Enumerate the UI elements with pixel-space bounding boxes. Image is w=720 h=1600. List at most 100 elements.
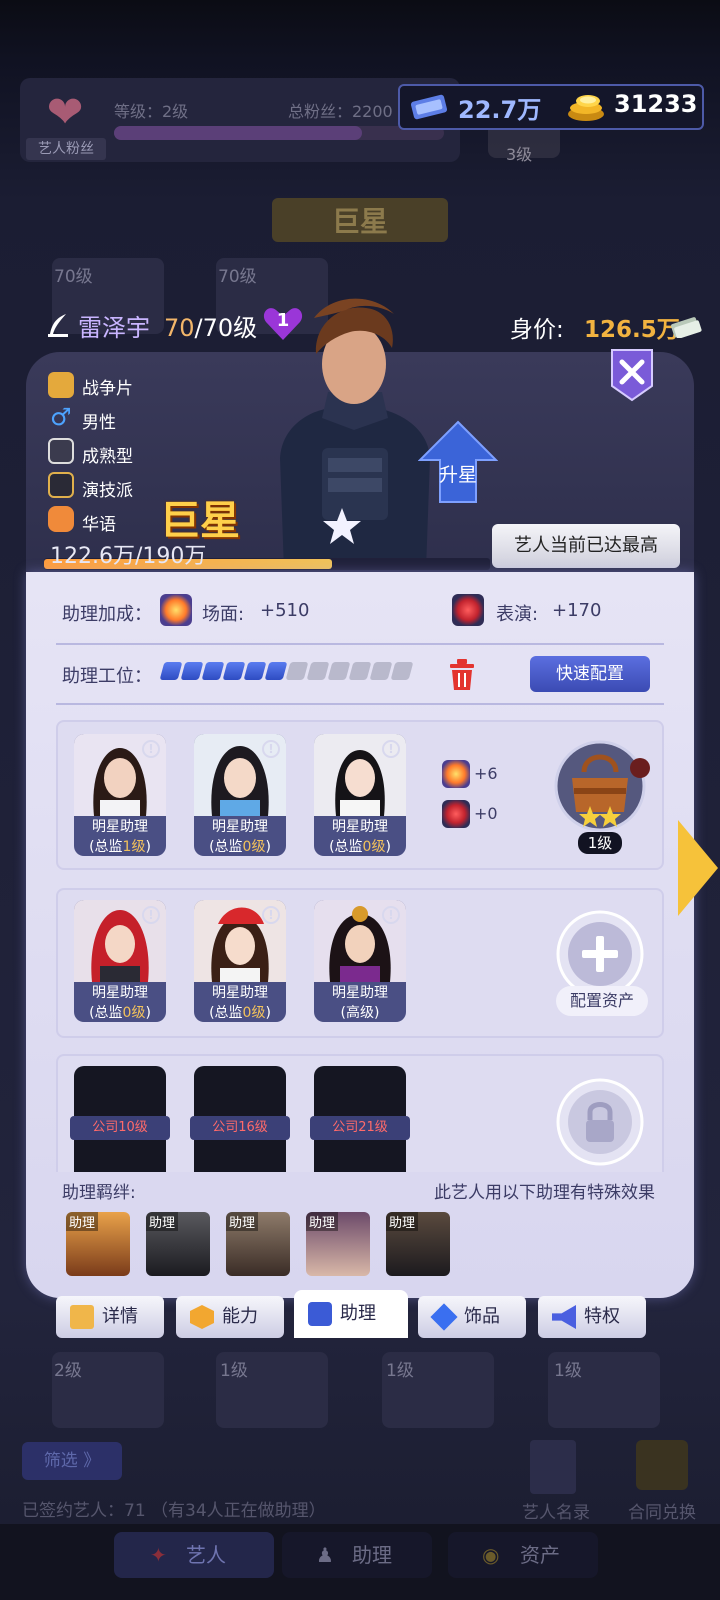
scene-icon [442,760,470,788]
attribute-type: 成熟型 [82,447,133,467]
hexagon-icon [190,1305,214,1329]
assistant-name: 明星助理 [332,819,388,835]
feather-icon [48,314,68,337]
info-icon[interactable]: ! [382,740,400,758]
assistant-name: 明星助理 [92,985,148,1001]
coin-amount: 31233 [614,90,698,118]
divider [56,703,664,705]
slot-filled [159,662,183,680]
signed-artists-text: 已签约艺人：71 （有34人正在做助理） [22,1501,326,1521]
fan-label: 艺人粉丝 [26,138,106,160]
tab-privilege[interactable]: 特权 [538,1296,646,1338]
lock-requirement: 公司21级 [310,1116,410,1140]
assistant-card[interactable]: ! 明星助理 (总监0级) [194,900,286,1022]
company-level: 3级 [506,145,533,164]
bg-card-level: 70级 [218,267,257,287]
attribute-language: 华语 [82,515,116,535]
bonds-title: 助理羁绊: [62,1183,136,1203]
mature-type-icon [48,438,74,464]
nav-tab-artist[interactable]: ✦ 艺人 [114,1532,274,1578]
gold-coin-icon [568,95,604,121]
assistant-card[interactable]: ! 明星助理 (总监0级) [194,734,286,856]
money-icon [671,317,702,338]
assistant-rank: (总监0级) [209,839,271,855]
info-icon[interactable]: ! [382,906,400,924]
ticket-amount: 22.7万 [458,96,542,124]
document-icon [70,1305,94,1329]
bg-card-level: 1级 [220,1361,248,1381]
oscar-icon [48,472,74,498]
assistant-card[interactable]: ! 明星助理 (总监0级) [314,734,406,856]
slot-empty [306,662,330,680]
contract-icon [636,1440,688,1490]
nav-tab-assistant[interactable]: ♟ 助理 [282,1532,432,1578]
assistant-slots-bar [159,660,422,682]
slot-empty [327,662,351,680]
value-label: 身价: [510,317,564,343]
star-icon [323,508,361,544]
artist-name: 雷泽宇 [78,314,150,342]
bond-assistant-card[interactable]: 助理 [386,1212,450,1276]
tab-accessory[interactable]: 饰品 [418,1296,526,1338]
artist-value: 126.5万 [584,317,680,343]
xp-text: 122.6万/190万 [50,544,207,569]
assistant-rank: (总监1级) [89,839,151,855]
close-button[interactable] [610,348,654,402]
hearts-icon: ❤ [46,87,84,138]
contract-exchange-button[interactable]: 合同兑换 [628,1498,696,1523]
bg-card-level: 1级 [386,1361,414,1381]
acting-bonus-value: +170 [552,600,602,621]
nav-tab-asset[interactable]: ◉ 资产 [448,1532,598,1578]
superstar-banner-text: 巨星 [331,205,388,238]
config-asset-button[interactable]: 配置资产 [556,986,648,1016]
info-icon[interactable]: ! [262,740,280,758]
slot-empty [348,662,372,680]
asset-level: 1级 [578,832,622,854]
next-arrow-icon[interactable] [676,818,720,918]
roster-button[interactable]: 艺人名录 [522,1498,590,1523]
trash-icon[interactable] [446,656,478,692]
assistant-name: 明星助理 [92,819,148,835]
info-icon[interactable]: ! [142,906,160,924]
bond-assistant-card[interactable]: 助理 [66,1212,130,1276]
add-asset-icon[interactable] [556,910,644,998]
bond-assistant-card[interactable]: 助理 [226,1212,290,1276]
acting-mask-icon [452,594,484,626]
badge-icon [308,1302,332,1326]
scene-label: 场面: [202,604,245,625]
quick-config-button[interactable]: 快速配置 [530,656,650,692]
bond-assistant-card[interactable]: 助理 [146,1212,210,1276]
assistant-card[interactable]: ! 明星助理 (高级) [314,900,406,1022]
upgrade-star-label: 升星 [438,464,477,486]
group-acting-bonus: +0 [474,804,498,823]
artist-level: 70/70级 [164,314,258,342]
assistant-name: 明星助理 [212,985,268,1001]
handbag-asset-icon[interactable] [554,738,650,834]
tab-ability[interactable]: 能力 [176,1296,284,1338]
fan-level-text: 等级：2级 [114,102,189,121]
info-icon[interactable]: ! [142,740,160,758]
assistant-nav-icon: ♟ [316,1543,334,1567]
slot-filled [264,662,288,680]
bg-card-level: 70级 [54,267,93,287]
lock-icon [556,1078,644,1166]
slot-empty [285,662,309,680]
assistant-name: 明星助理 [212,819,268,835]
diamond-icon [430,1303,458,1331]
bond-assistant-card[interactable]: 助理 [306,1212,370,1276]
info-icon[interactable]: ! [262,906,280,924]
assistant-card[interactable]: ! 明星助理 (总监1级) [74,734,166,856]
assistant-name: 明星助理 [332,985,388,1001]
total-fans-text: 总粉丝：2200 [288,102,393,121]
tab-details[interactable]: 详情 [56,1296,164,1338]
scene-bonus-value: +510 [260,600,310,621]
assistant-card[interactable]: ! 明星助理 (总监0级) [74,900,166,1022]
slot-empty [369,662,393,680]
tab-assistant[interactable]: 助理 [294,1290,408,1338]
bg-card-level: 1级 [554,1361,582,1381]
megaphone-icon [552,1305,576,1329]
male-icon: ♂ [50,403,72,431]
asset-nav-icon: ◉ [482,1543,500,1567]
filter-button[interactable]: 筛选 》 [22,1442,122,1480]
max-tier-notice[interactable]: 艺人当前已达最高 [492,524,680,568]
